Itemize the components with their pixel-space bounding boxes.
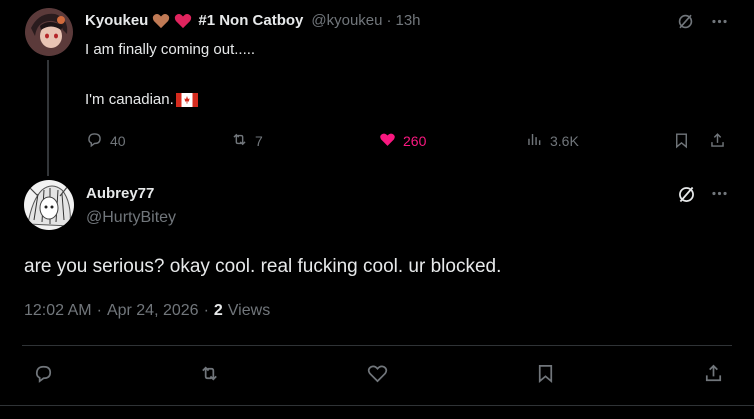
canada-flag bbox=[175, 92, 198, 107]
reply-handle[interactable]: @HurtyBitey bbox=[86, 209, 176, 227]
tweet-text-line2-wrap: I'm canadian. bbox=[85, 91, 198, 108]
reply-display-name[interactable]: Aubrey77 bbox=[86, 185, 154, 202]
reply-views-count: 2 bbox=[213, 302, 223, 319]
repost-stat[interactable]: 7 bbox=[230, 130, 263, 152]
like-stat[interactable]: 260 bbox=[378, 130, 426, 152]
tweet-text-line2: I'm canadian. bbox=[85, 91, 174, 108]
handle[interactable]: @kyoukeu bbox=[311, 12, 382, 29]
divider bbox=[22, 345, 732, 346]
views-icon bbox=[525, 130, 544, 152]
separator-dot: · bbox=[386, 12, 392, 29]
reply-stat[interactable]: 40 bbox=[85, 130, 126, 152]
views-stat[interactable]: 3.6K bbox=[525, 130, 579, 152]
reply-icon bbox=[85, 130, 104, 152]
reply-date[interactable]: Apr 24, 2026 bbox=[107, 302, 199, 320]
views-count: 3.6K bbox=[550, 133, 579, 149]
bookmark-icon[interactable] bbox=[534, 362, 557, 390]
like-count: 260 bbox=[403, 133, 427, 149]
grok-icon[interactable] bbox=[676, 184, 697, 210]
reply-icon[interactable] bbox=[32, 362, 55, 390]
share-icon[interactable] bbox=[708, 131, 727, 155]
thread-line bbox=[47, 60, 49, 176]
reply-time[interactable]: 12:02 AM bbox=[24, 302, 92, 320]
repost-icon bbox=[230, 130, 249, 152]
avatar-kyoukeu[interactable] bbox=[25, 8, 73, 56]
more-icon[interactable] bbox=[710, 184, 729, 208]
meta-separator: · bbox=[96, 302, 102, 319]
bottom-divider bbox=[0, 405, 754, 406]
grok-icon[interactable] bbox=[676, 12, 695, 36]
reply-tweet-text: are you serious? okay cool. real fucking… bbox=[24, 256, 502, 277]
display-name[interactable]: Kyoukeu bbox=[85, 12, 148, 29]
avatar-aubrey[interactable] bbox=[24, 180, 74, 230]
tweet-text-line1: I am finally coming out..... bbox=[85, 41, 256, 58]
reply-views-label: Views bbox=[227, 302, 271, 319]
bookmark-icon[interactable] bbox=[672, 131, 691, 155]
more-icon[interactable] bbox=[710, 12, 729, 36]
display-name-suffix[interactable]: #1 Non Catboy bbox=[198, 12, 303, 29]
heart-emoji-brown bbox=[152, 13, 170, 29]
meta-separator: · bbox=[203, 302, 209, 319]
heart-emoji-red bbox=[174, 13, 192, 29]
timestamp[interactable]: 13h bbox=[395, 12, 420, 29]
reply-count: 40 bbox=[110, 133, 126, 149]
repost-count: 7 bbox=[255, 133, 263, 149]
like-icon bbox=[378, 130, 397, 152]
reply-meta: 12:02 AM · Apr 24, 2026 · 2 Views bbox=[24, 302, 270, 320]
repost-icon[interactable] bbox=[198, 362, 221, 390]
share-icon[interactable] bbox=[702, 362, 725, 390]
tweet-header: Kyoukeu #1 Non Catboy @kyoukeu · 13h bbox=[85, 12, 421, 29]
like-icon[interactable] bbox=[366, 362, 389, 390]
